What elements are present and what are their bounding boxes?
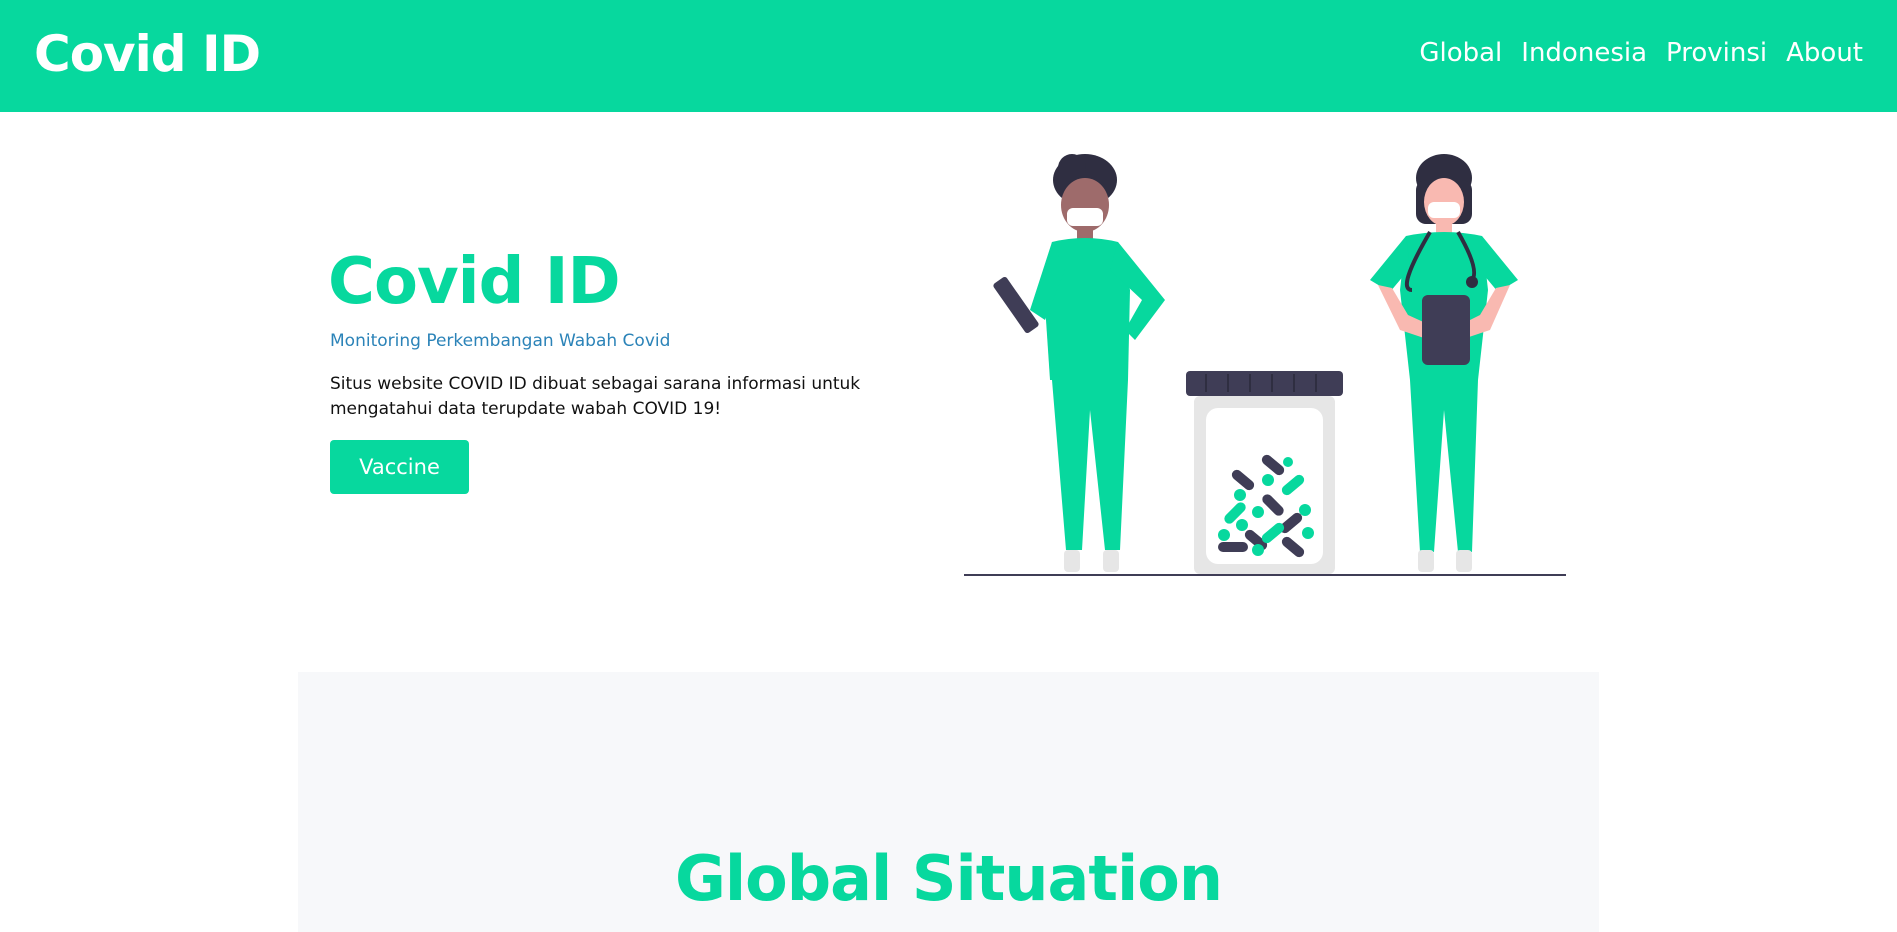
nav-link-about[interactable]: About xyxy=(1786,36,1863,70)
nav-link-global[interactable]: Global xyxy=(1419,36,1502,70)
vaccine-button[interactable]: Vaccine xyxy=(330,440,469,494)
nav-link-provinsi[interactable]: Provinsi xyxy=(1666,36,1767,70)
global-situation-title: Global Situation xyxy=(675,842,1223,915)
brand-logo[interactable]: Covid ID xyxy=(34,24,261,84)
nav-link-indonesia[interactable]: Indonesia xyxy=(1521,36,1647,70)
hero-subtitle: Monitoring Perkembangan Wabah Covid xyxy=(330,331,671,351)
hero-description: Situs website COVID ID dibuat sebagai sa… xyxy=(330,374,861,419)
hero-title: Covid ID xyxy=(328,245,621,319)
global-situation-section: Global Situation xyxy=(298,672,1599,932)
navbar: Covid ID Global Indonesia Provinsi About xyxy=(0,0,1897,112)
doctors-illustration-icon xyxy=(960,150,1570,580)
left-doctor-figure xyxy=(993,154,1165,572)
nav-links: Global Indonesia Provinsi About xyxy=(1419,36,1863,70)
pill-jar xyxy=(1186,371,1343,574)
right-doctor-figure xyxy=(1370,154,1518,572)
